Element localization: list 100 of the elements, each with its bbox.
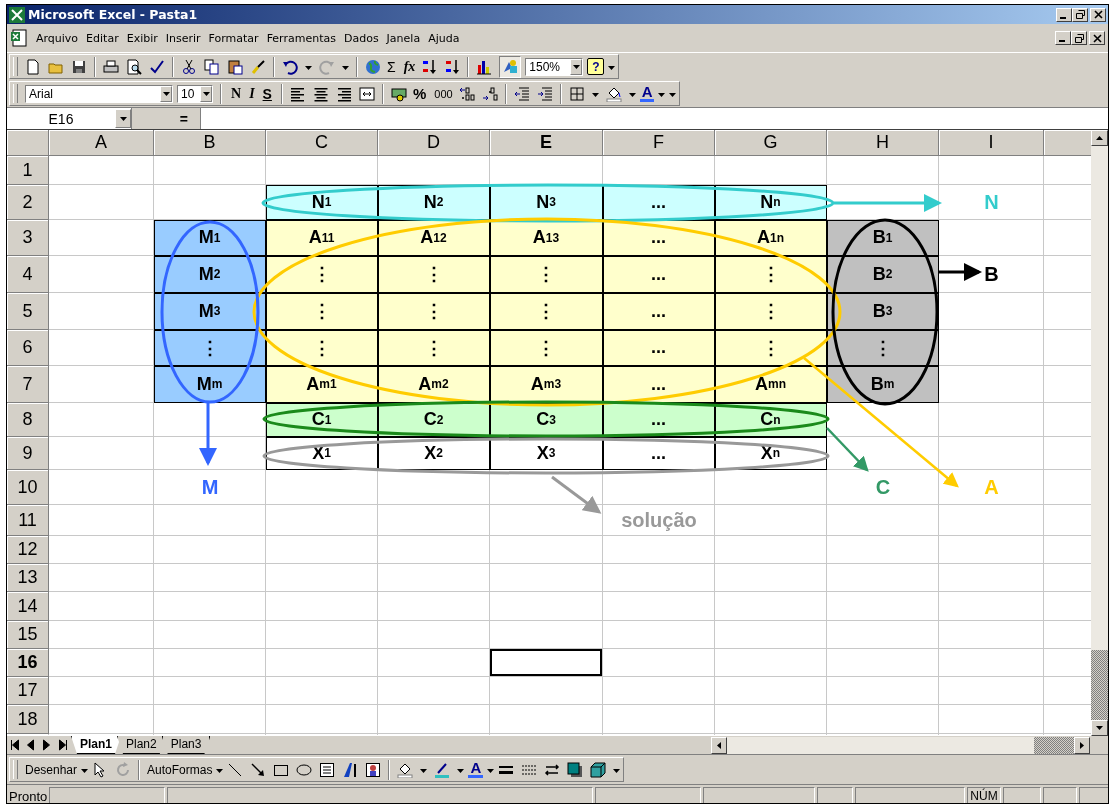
restore-button[interactable] (1071, 31, 1087, 45)
row-header[interactable]: 15 (7, 621, 49, 649)
paint-bucket-icon[interactable] (605, 85, 622, 102)
printer-icon[interactable] (103, 58, 119, 75)
row-header[interactable]: 5 (7, 293, 49, 330)
3d-box-icon[interactable] (590, 761, 607, 778)
font-dropdown[interactable]: Arial (25, 84, 173, 103)
help-button[interactable]: ? (587, 58, 605, 75)
font-color-button[interactable]: A (468, 761, 484, 778)
scissors-icon[interactable] (181, 58, 197, 75)
horizontal-scrollbar[interactable] (711, 736, 1090, 754)
borders-icon[interactable] (568, 85, 585, 102)
workbook-icon[interactable] (10, 29, 28, 47)
menu-item[interactable]: Ferramentas (262, 29, 340, 47)
paintbrush-icon[interactable] (250, 58, 266, 75)
minimize-button[interactable] (1055, 31, 1071, 45)
scroll-left-button[interactable] (711, 736, 727, 754)
bar-chart-icon[interactable] (476, 58, 493, 75)
menu-item[interactable]: Dados (339, 29, 383, 47)
minimize-button[interactable] (1056, 7, 1072, 22)
copy-icon[interactable] (204, 58, 220, 75)
merge-center-icon[interactable] (358, 85, 375, 102)
italic-button[interactable]: I (247, 85, 257, 102)
autosum-button[interactable]: Σ (385, 58, 398, 75)
restore-button[interactable] (1072, 7, 1088, 22)
currency-icon[interactable] (390, 85, 407, 102)
column-header[interactable]: A (49, 130, 154, 156)
row-header[interactable]: 6 (7, 330, 49, 366)
autoshapes-menu-button[interactable]: AutoFormas (147, 762, 213, 777)
row-header[interactable]: 17 (7, 677, 49, 705)
sort-ascending-icon[interactable] (421, 58, 438, 75)
row-header[interactable]: 10 (7, 470, 49, 505)
increase-indent-icon[interactable] (536, 85, 553, 102)
text-box-icon[interactable] (319, 761, 336, 778)
check-icon[interactable] (149, 58, 165, 75)
scroll-up-button[interactable] (1091, 130, 1108, 146)
arrow-style-icon[interactable] (544, 761, 561, 778)
underline-button[interactable]: S (260, 85, 274, 102)
arrow-tool-icon[interactable] (250, 761, 267, 778)
close-button[interactable] (1089, 31, 1105, 45)
font-color-button[interactable]: A (639, 85, 655, 102)
select-all-corner[interactable] (7, 130, 49, 156)
column-header[interactable] (1044, 130, 1091, 156)
menu-item[interactable]: Janela (382, 29, 425, 47)
close-button[interactable] (1090, 7, 1106, 22)
column-header[interactable]: B (154, 130, 266, 156)
clip-art-icon[interactable] (365, 761, 382, 778)
save-icon[interactable] (71, 58, 87, 75)
vertical-scrollbar[interactable] (1091, 130, 1108, 736)
shapes-icon[interactable] (502, 58, 519, 75)
menu-item[interactable]: Exibir (122, 29, 162, 47)
globe-icon[interactable] (365, 58, 381, 75)
line-color-icon[interactable] (434, 761, 451, 778)
selected-cell[interactable] (490, 649, 603, 677)
scroll-down-button[interactable] (1091, 720, 1108, 736)
column-header[interactable]: C (266, 130, 378, 156)
row-header[interactable]: 8 (7, 403, 49, 437)
print-preview-icon[interactable] (126, 58, 142, 75)
column-header[interactable]: D (378, 130, 490, 156)
sort-descending-icon[interactable] (444, 58, 461, 75)
column-header[interactable]: I (939, 130, 1044, 156)
clipboard-icon[interactable] (227, 58, 243, 75)
undo-icon[interactable] (282, 58, 298, 75)
row-header[interactable]: 3 (7, 220, 49, 256)
sheet-tab[interactable]: Plan3 (161, 736, 211, 754)
scroll-right-button[interactable] (1074, 736, 1090, 754)
row-header[interactable]: 1 (7, 156, 49, 185)
row-header[interactable]: 9 (7, 437, 49, 470)
decrease-indent-icon[interactable] (513, 85, 530, 102)
shadow-icon[interactable] (567, 761, 584, 778)
menu-item[interactable]: Ajuda (424, 29, 464, 47)
increase-decimal-icon[interactable] (458, 85, 475, 102)
scrollbar-thumb[interactable] (1034, 736, 1074, 754)
thousands-button[interactable]: 000 (432, 87, 455, 100)
scrollbar-thumb[interactable] (1091, 650, 1108, 720)
row-header[interactable]: 7 (7, 366, 49, 403)
new-file-icon[interactable] (25, 58, 41, 75)
font-size-dropdown[interactable]: 10 (177, 84, 213, 103)
zoom-dropdown[interactable]: 150% (525, 57, 584, 76)
line-tool-icon[interactable] (227, 761, 244, 778)
oval-tool-icon[interactable] (296, 761, 313, 778)
formula-equals-button[interactable]: = (179, 110, 188, 127)
menu-item[interactable]: Formatar (204, 29, 263, 47)
function-button[interactable]: fx (401, 58, 418, 75)
column-header[interactable]: E (490, 130, 603, 156)
row-header[interactable]: 4 (7, 256, 49, 293)
bold-button[interactable]: N (229, 85, 244, 102)
paint-bucket-icon[interactable] (397, 761, 414, 778)
row-header[interactable]: 14 (7, 592, 49, 621)
align-right-icon[interactable] (335, 85, 352, 102)
row-header[interactable]: 13 (7, 564, 49, 592)
align-left-icon[interactable] (289, 85, 306, 102)
percent-button[interactable]: % (410, 85, 429, 102)
menu-item[interactable]: Arquivo (32, 29, 83, 47)
column-header[interactable]: F (603, 130, 715, 156)
align-center-icon[interactable] (312, 85, 329, 102)
column-header[interactable]: H (827, 130, 939, 156)
row-header[interactable]: 12 (7, 536, 49, 564)
row-header[interactable]: 18 (7, 705, 49, 734)
row-header[interactable]: 2 (7, 185, 49, 220)
